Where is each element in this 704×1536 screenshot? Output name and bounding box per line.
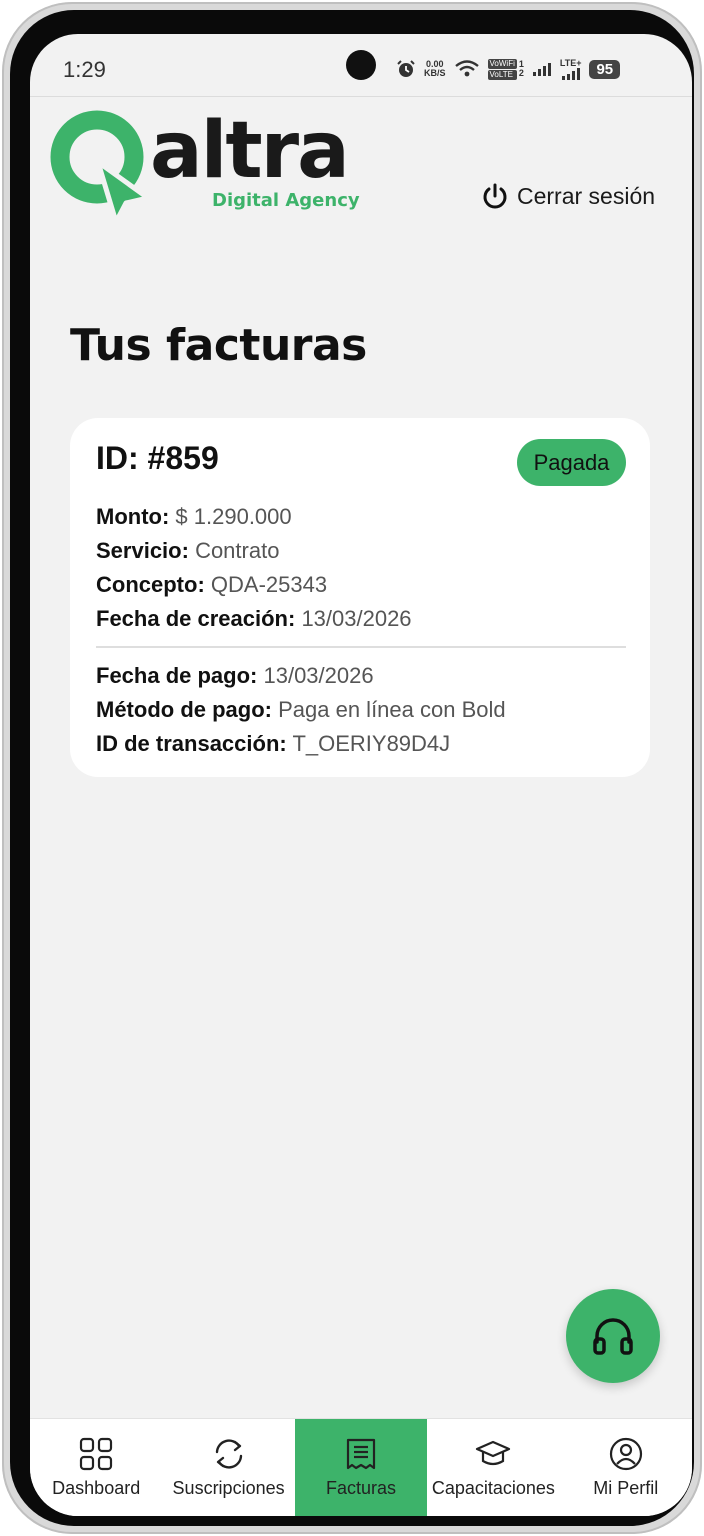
logout-label: Cerrar sesión: [517, 182, 656, 209]
payment-method-row: Método de pago: Paga en línea con Bold: [96, 697, 506, 723]
logo-q-cursor-icon: [50, 110, 151, 222]
nav-label-suscripciones: Suscripciones: [172, 1478, 285, 1498]
page-title: Tus facturas: [70, 320, 367, 371]
concept-label: Concepto:: [96, 572, 205, 597]
net-speed-unit: KB/S: [424, 68, 446, 78]
logo-tagline: Digital Agency: [212, 190, 360, 211]
created-date-row: Fecha de creación: 13/03/2026: [96, 606, 412, 632]
phone-bezel: 1:29 0.00 KB/S VoWiFi VoLTE 1 2 LTE+ 95 …: [10, 10, 694, 1526]
concept-value: QDA-25343: [210, 572, 328, 597]
amount-row: Monto: $ 1.290.000: [96, 504, 292, 530]
front-camera: [346, 50, 376, 80]
nav-label-mi-perfil: Mi Perfil: [593, 1478, 659, 1498]
payment-method-label: Método de pago:: [96, 697, 272, 722]
net-speed: 0.00 KB/S: [424, 60, 446, 78]
payment-date-value: 13/03/2026: [263, 663, 374, 688]
status-icons: 0.00 KB/S VoWiFi VoLTE 1 2 LTE+ 95: [396, 56, 621, 82]
receipt-icon: [346, 1438, 376, 1470]
vowifi-badge: VoWiFi: [487, 58, 517, 69]
status-divider: [30, 96, 692, 97]
sim2-label: 2: [518, 68, 524, 78]
signal-icon: [532, 63, 551, 76]
status-bar: 1:29 0.00 KB/S VoWiFi VoLTE 1 2 LTE+ 95: [30, 34, 692, 96]
amount-label: Monto:: [96, 504, 170, 529]
created-date-value: 13/03/2026: [301, 606, 412, 631]
lte-signal: LTE+: [559, 57, 582, 80]
headphones-icon: [593, 1318, 633, 1355]
volte-badge: VoLTE: [487, 69, 517, 80]
invoice-id: ID: #859: [96, 440, 219, 476]
signal-icon-lte: [561, 67, 580, 80]
transaction-id-value: T_OERIY89D4J: [292, 731, 451, 756]
nav-item-capacitaciones[interactable]: Capacitaciones: [427, 1419, 559, 1516]
service-value: Contrato: [195, 538, 280, 563]
invoice-card[interactable]: ID: #859 Pagada Monto: $ 1.290.000 Servi…: [70, 418, 650, 777]
brand-logo: altra Digital Agency: [50, 106, 370, 222]
status-time: 1:29: [63, 57, 106, 82]
service-label: Servicio:: [96, 538, 189, 563]
card-divider: [96, 646, 626, 648]
power-icon: [483, 183, 507, 209]
logout-button[interactable]: Cerrar sesión: [481, 182, 655, 210]
refresh-icon: [215, 1439, 242, 1469]
amount-value: $ 1.290.000: [175, 504, 292, 529]
nav-item-mi-perfil[interactable]: Mi Perfil: [560, 1419, 692, 1516]
wifi-icon: [454, 60, 479, 77]
alarm-icon: [397, 60, 415, 77]
battery-icon: 95: [589, 59, 621, 79]
phone-frame: 1:29 0.00 KB/S VoWiFi VoLTE 1 2 LTE+ 95 …: [2, 2, 702, 1534]
nav-label-facturas: Facturas: [325, 1478, 396, 1498]
vowifi-volte: VoWiFi VoLTE 1 2: [487, 58, 524, 81]
created-date-label: Fecha de creación:: [96, 606, 296, 631]
graduation-cap-icon: [476, 1440, 511, 1466]
app-screen: 1:29 0.00 KB/S VoWiFi VoLTE 1 2 LTE+ 95 …: [30, 34, 692, 1516]
payment-date-row: Fecha de pago: 13/03/2026: [96, 663, 374, 689]
concept-row: Concepto: QDA-25343: [96, 572, 327, 598]
logo-word: altra: [150, 106, 350, 196]
payment-method-value: Paga en línea con Bold: [278, 697, 506, 722]
transaction-id-row: ID de transacción: T_OERIY89D4J: [96, 731, 450, 757]
support-fab[interactable]: [566, 1289, 660, 1383]
nav-item-dashboard[interactable]: Dashboard: [30, 1419, 162, 1516]
bottom-nav: Dashboard Suscripciones Facturas Capacit…: [30, 1418, 692, 1516]
status-badge: Pagada: [517, 439, 626, 486]
nav-label-capacitaciones: Capacitaciones: [431, 1478, 555, 1498]
user-circle-icon: [609, 1437, 642, 1471]
lte-label: LTE+: [559, 57, 582, 68]
payment-date-label: Fecha de pago:: [96, 663, 258, 688]
service-row: Servicio: Contrato: [96, 538, 279, 564]
transaction-id-label: ID de transacción:: [96, 731, 287, 756]
nav-item-suscripciones[interactable]: Suscripciones: [162, 1419, 294, 1516]
grid-icon: [80, 1437, 113, 1471]
nav-item-facturas[interactable]: Facturas: [294, 1419, 428, 1516]
nav-label-dashboard: Dashboard: [52, 1478, 141, 1498]
